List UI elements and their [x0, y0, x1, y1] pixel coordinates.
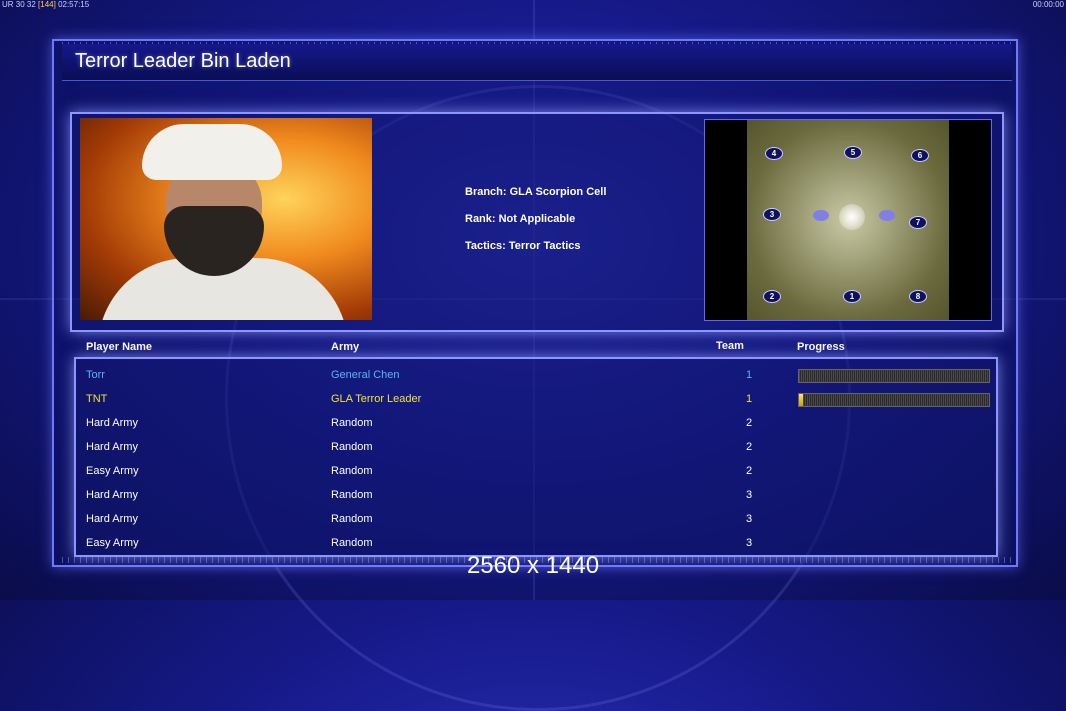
player-row: Hard Army Random 2 [76, 435, 996, 459]
player-row: TNT GLA Terror Leader 1 [76, 387, 996, 411]
player-team: 3 [745, 513, 753, 525]
player-row: Torr General Chen 1 [76, 363, 996, 387]
player-name: Hard Army [86, 441, 138, 453]
resolution-label: 2560 x 1440 [466, 552, 600, 579]
hud-clock: 02:57:15 [58, 0, 90, 9]
player-army: Random [331, 441, 373, 453]
player-team: 1 [745, 393, 753, 405]
player-team: 3 [745, 489, 753, 501]
start-position-6: 6 [911, 149, 929, 162]
player-army: General Chen [331, 369, 400, 381]
player-army: Random [331, 489, 373, 501]
player-name: Hard Army [86, 489, 138, 501]
player-row: Hard Army Random 2 [76, 411, 996, 435]
player-army: Random [331, 513, 373, 525]
player-army: Random [331, 417, 373, 429]
player-army: GLA Terror Leader [331, 393, 422, 405]
loading-progress-bar [798, 369, 990, 383]
hud-stats: UR 30 32 [2, 0, 36, 9]
player-army: Random [331, 465, 373, 477]
player-team: 2 [745, 441, 753, 453]
portrait-turban [142, 124, 282, 180]
start-position-7: 7 [909, 216, 927, 229]
column-header-army: Army [331, 341, 360, 353]
player-name: Hard Army [86, 417, 138, 429]
player-team: 2 [745, 417, 753, 429]
rank-label: Rank: Not Applicable [465, 213, 576, 225]
column-header-progress: Progress [797, 341, 845, 353]
start-position-8: 8 [909, 290, 927, 303]
hud-fps: [144] [38, 0, 56, 9]
branch-label: Branch: GLA Scorpion Cell [465, 186, 607, 198]
start-position-4: 4 [765, 147, 783, 160]
minimap-center [839, 204, 865, 230]
hud-left: UR 30 32 [144] 02:57:15 [2, 0, 89, 9]
hud-status-bar: UR 30 32 [144] 02:57:15 00:00:00 [0, 0, 1066, 10]
player-list-panel: Torr General Chen 1 TNT GLA Terror Leade… [74, 357, 998, 557]
start-position-1: 1 [843, 290, 861, 303]
player-team: 1 [745, 369, 753, 381]
player-name: Torr [86, 369, 105, 381]
start-position-2: 2 [763, 290, 781, 303]
general-portrait [80, 118, 372, 320]
start-position-5: 5 [844, 146, 862, 159]
loading-progress-fill [799, 394, 803, 406]
tactics-label: Tactics: Terror Tactics [465, 240, 581, 252]
minimap-water-left [813, 210, 829, 221]
player-name: TNT [86, 393, 108, 405]
column-header-team: Team [716, 340, 744, 352]
player-name: Hard Army [86, 513, 138, 525]
player-name: Easy Army [86, 465, 139, 477]
player-row: Hard Army Random 3 [76, 483, 996, 507]
minimap: 1 2 3 4 5 6 7 8 [704, 119, 992, 321]
minimap-water-right [879, 210, 895, 221]
start-position-3: 3 [763, 208, 781, 221]
player-row: Easy Army Random 2 [76, 459, 996, 483]
player-row: Hard Army Random 3 [76, 507, 996, 531]
hud-timer: 00:00:00 [1032, 0, 1064, 9]
general-title: Terror Leader Bin Laden [75, 50, 291, 72]
loading-progress-bar [798, 393, 990, 407]
player-team: 2 [745, 465, 753, 477]
column-header-player-name: Player Name [86, 341, 153, 353]
